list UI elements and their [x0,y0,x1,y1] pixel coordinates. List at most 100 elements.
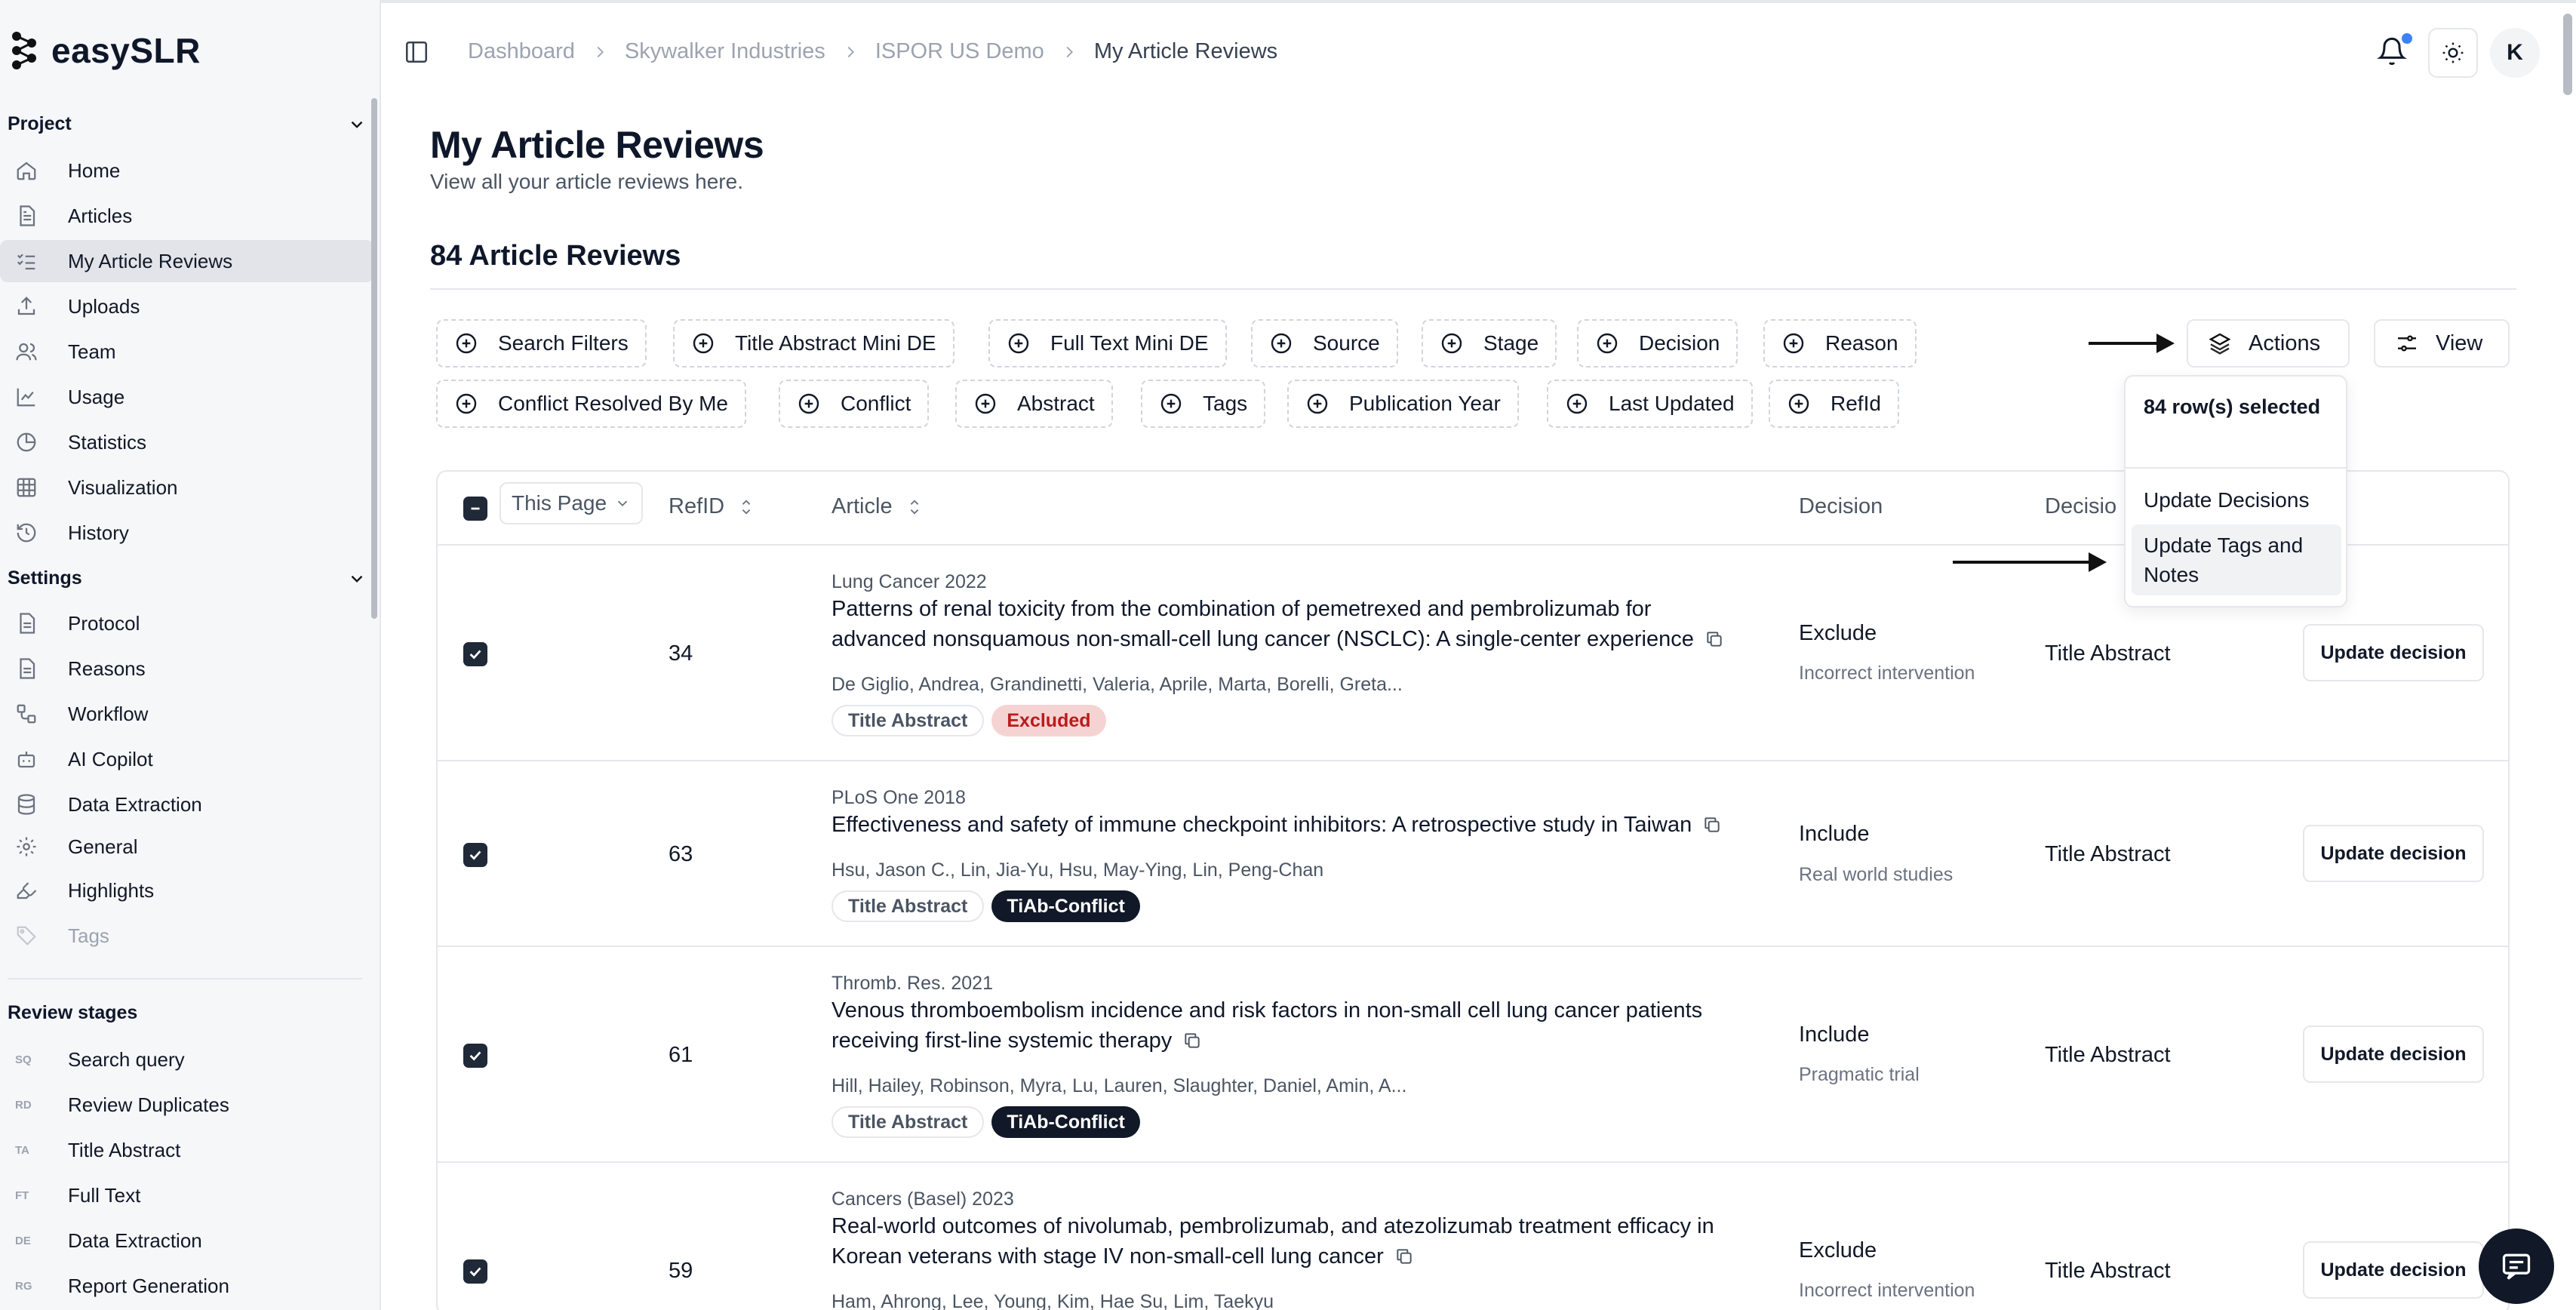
filter-title-abstract-mini-de[interactable]: Title Abstract Mini DE [673,319,954,367]
project-section-header[interactable]: Project [8,113,367,135]
filter-reason[interactable]: Reason [1763,319,1917,367]
copy-icon[interactable] [1705,629,1724,649]
app-logo[interactable]: easySLR [9,29,201,72]
filter-conflict-resolved-by-me[interactable]: Conflict Resolved By Me [436,380,747,428]
row-checkbox[interactable] [463,843,487,867]
filter-full-text-mini-de[interactable]: Full Text Mini DE [988,319,1227,367]
filter-last-updated[interactable]: Last Updated [1547,380,1753,428]
stage-item-full-text[interactable]: FT Full Text [0,1174,373,1216]
sidebar-item-usage[interactable]: Usage [0,376,373,418]
chip-label: Publication Year [1349,392,1501,415]
plus-circle-icon [691,331,715,355]
sidebar-item-ai-copilot[interactable]: AI Copilot [0,738,373,780]
filter-abstract[interactable]: Abstract [955,380,1113,428]
filter-refid[interactable]: RefId [1769,380,1899,428]
breadcrumb-dashboard[interactable]: Dashboard [468,39,575,64]
filter-conflict[interactable]: Conflict [779,380,930,428]
plus-circle-icon [1007,331,1031,355]
update-decision-button[interactable]: Update decision [2303,1026,2484,1083]
sidebar-item-highlights[interactable]: Highlights [0,869,373,912]
update-decision-button[interactable]: Update decision [2303,624,2484,681]
chip-label: Source [1313,331,1380,355]
row-checkbox[interactable] [463,1044,487,1068]
sidebar-item-home[interactable]: Home [0,149,373,192]
filter-source[interactable]: Source [1251,319,1398,367]
sidebar-item-data-extraction[interactable]: Data Extraction [0,783,373,826]
view-button[interactable]: View [2374,319,2510,367]
sidebar-item-articles[interactable]: Articles [0,195,373,237]
stage-item-search-query[interactable]: SQ Search query [0,1038,373,1081]
sidebar-item-tags[interactable]: Tags [0,915,373,957]
sidebar-item-my-article-reviews[interactable]: My Article Reviews [0,240,373,282]
plus-circle-icon [1305,392,1329,416]
page-scrollbar[interactable] [2563,14,2572,95]
row-article-title[interactable]: Effectiveness and safety of immune check… [832,810,1744,840]
stage-item-report-generation[interactable]: RG Report Generation [0,1265,373,1307]
row-refid: 63 [669,842,693,866]
sidebar-item-history[interactable]: History [0,512,373,554]
filter-search-filters[interactable]: Search Filters [436,319,647,367]
theme-toggle-button[interactable] [2428,28,2478,78]
view-label: View [2436,331,2483,355]
breadcrumb-project[interactable]: ISPOR US Demo [875,39,1044,64]
row-article-title[interactable]: Venous thromboembolism incidence and ris… [832,995,1744,1056]
sidebar-scrollbar[interactable] [371,98,377,619]
column-label: Article [832,494,893,518]
copy-icon[interactable] [1182,1031,1202,1050]
highlighter-icon [15,879,38,902]
avatar[interactable]: K [2490,28,2540,78]
plus-circle-icon [973,392,998,416]
menu-item-update-tags-and-notes[interactable]: Update Tags and Notes [2132,524,2341,595]
chip-label: Reason [1825,331,1898,355]
update-decision-button[interactable]: Update decision [2303,825,2484,882]
page-select-dropdown[interactable]: This Page [500,482,644,524]
grid-icon [15,476,38,499]
filter-tags[interactable]: Tags [1141,380,1266,428]
settings-section-header[interactable]: Settings [8,567,367,589]
sidebar-item-label: Reasons [68,657,146,680]
stage-code: TA [15,1143,29,1157]
stage-item-review-duplicates[interactable]: RD Review Duplicates [0,1084,373,1126]
row-decision: Include [1799,1022,1870,1047]
sidebar-item-label: Visualization [68,475,178,499]
row-decision: Include [1799,822,1870,846]
bot-icon [15,748,38,770]
sidebar-item-team[interactable]: Team [0,331,373,373]
chip-label: RefId [1831,392,1881,415]
database-icon [15,793,38,816]
update-decision-button[interactable]: Update decision [2303,1241,2484,1299]
sidebar-toggle-icon[interactable] [404,39,429,65]
select-all-checkbox[interactable] [463,497,487,521]
menu-divider [2126,467,2346,469]
filter-publication-year[interactable]: Publication Year [1287,380,1519,428]
stage-item-data-extraction[interactable]: DE Data Extraction [0,1219,373,1262]
filter-stage[interactable]: Stage [1422,319,1557,367]
column-header-article[interactable]: Article [832,494,923,519]
sidebar-item-reasons[interactable]: Reasons [0,647,373,690]
notification-dot [2402,33,2412,44]
copy-icon[interactable] [1702,815,1722,835]
sidebar-item-general[interactable]: General [0,826,373,868]
actions-button[interactable]: Actions [2187,319,2350,367]
row-checkbox[interactable] [463,1259,487,1284]
chip-label: Tags [1203,392,1248,415]
row-article-title[interactable]: Real-world outcomes of nivolumab, pembro… [832,1211,1744,1272]
stage-label: Search query [68,1047,185,1071]
sidebar-item-workflow[interactable]: Workflow [0,693,373,735]
stage-item-title-abstract[interactable]: TA Title Abstract [0,1129,373,1171]
column-header-refid[interactable]: RefID [669,494,755,519]
chat-support-button[interactable] [2479,1229,2554,1304]
sidebar-item-uploads[interactable]: Uploads [0,285,373,328]
sidebar-item-protocol[interactable]: Protocol [0,602,373,644]
sidebar-item-label: Tags [68,924,109,947]
sidebar-item-visualization[interactable]: Visualization [0,466,373,509]
top-bar: Dashboard Skywalker Industries ISPOR US … [381,0,2554,106]
copy-icon[interactable] [1394,1247,1414,1266]
breadcrumb-organization[interactable]: Skywalker Industries [625,39,825,64]
page-select-value: This Page [512,491,607,515]
menu-item-update-decisions[interactable]: Update Decisions [2132,479,2341,521]
row-article-title[interactable]: Patterns of renal toxicity from the comb… [832,594,1744,654]
filter-decision[interactable]: Decision [1577,319,1738,367]
sidebar-item-statistics[interactable]: Statistics [0,421,373,463]
row-checkbox[interactable] [463,642,487,666]
